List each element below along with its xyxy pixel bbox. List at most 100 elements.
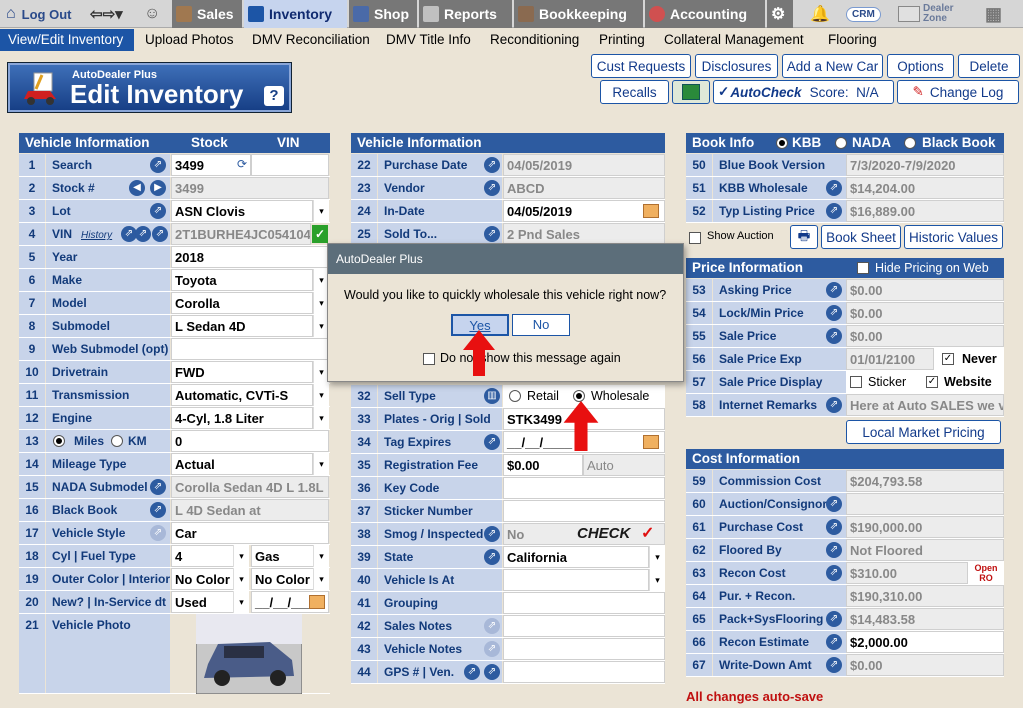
field-value-input[interactable]: Corolla bbox=[171, 292, 313, 314]
autocheck-badge[interactable]: CHECK bbox=[577, 523, 630, 545]
row-action-icon[interactable]: ⇗ bbox=[826, 203, 842, 219]
dropdown-arrow-icon[interactable]: ▾ bbox=[233, 591, 249, 613]
field-value-input[interactable] bbox=[171, 338, 329, 360]
field-value-input[interactable]: Used bbox=[171, 591, 235, 613]
field-value-input[interactable]: Toyota bbox=[171, 269, 313, 291]
field-value-input[interactable]: $2,000.00 bbox=[846, 631, 1004, 653]
field-value-input[interactable] bbox=[503, 592, 665, 614]
sticker-checkbox[interactable] bbox=[850, 376, 862, 388]
gear-icon[interactable]: ⚙ bbox=[767, 0, 793, 28]
field-value-input[interactable] bbox=[503, 638, 665, 660]
retail-radio[interactable] bbox=[509, 390, 521, 402]
refresh-icon[interactable]: ⟳ bbox=[237, 154, 247, 174]
logout-link[interactable]: ⌂ Log Out bbox=[6, 0, 72, 28]
row-action-icon[interactable]: ⇗ bbox=[826, 657, 842, 673]
row-action-icon[interactable]: ⇗ bbox=[826, 397, 842, 413]
field-value-input[interactable]: Here at Auto SALES we v bbox=[846, 394, 1004, 416]
field-value-input[interactable]: L Sedan 4D bbox=[171, 315, 313, 337]
subnav-view-edit[interactable]: View/Edit Inventory bbox=[0, 29, 134, 51]
field-value-input[interactable] bbox=[503, 500, 665, 522]
row-action-icon[interactable]: ⇗ bbox=[150, 203, 166, 219]
field-value-input[interactable]: Car bbox=[171, 522, 329, 544]
field-value-2[interactable]: Auto bbox=[583, 454, 665, 476]
km-radio[interactable] bbox=[111, 435, 123, 447]
subnav-upload-photos[interactable]: Upload Photos bbox=[145, 29, 234, 51]
vendor-icon[interactable]: ⇗ bbox=[484, 664, 500, 680]
field-value-input[interactable]: No Color bbox=[171, 568, 235, 590]
add-car-button[interactable]: Add a New Car bbox=[782, 54, 883, 78]
row-action-icon[interactable]: ⇗ bbox=[150, 502, 166, 518]
user-icon[interactable]: ☺ bbox=[144, 0, 160, 28]
row-action-icon[interactable]: ⇗ bbox=[826, 305, 842, 321]
field-value-input[interactable] bbox=[503, 615, 665, 637]
field-value-input[interactable]: California bbox=[503, 546, 649, 568]
open-ro-link[interactable]: Open RO bbox=[968, 562, 1004, 584]
row-action-icon[interactable]: ⇗ bbox=[826, 180, 842, 196]
field-value-input[interactable]: 2018 bbox=[171, 246, 329, 268]
subnav-dmv-reconciliation[interactable]: DMV Reconciliation bbox=[252, 29, 370, 51]
subnav-collateral[interactable]: Collateral Management bbox=[664, 29, 804, 51]
crm-link[interactable]: CRM bbox=[846, 0, 881, 28]
vehicle-photo[interactable] bbox=[196, 614, 302, 694]
subnav-flooring[interactable]: Flooring bbox=[828, 29, 877, 51]
field-value-input[interactable]: 4-Cyl, 1.8 Liter bbox=[171, 407, 313, 429]
field-value-input[interactable]: $310.00 bbox=[846, 562, 968, 584]
dropdown-arrow-icon[interactable]: ▾ bbox=[233, 568, 249, 590]
field-value-input[interactable]: $0.00 bbox=[846, 302, 1004, 324]
row-action-icon[interactable]: ⇗ bbox=[484, 180, 500, 196]
options-button[interactable]: Options bbox=[887, 54, 954, 78]
trash-icon[interactable]: ▥ bbox=[484, 388, 500, 404]
autocheck-button[interactable]: ✓ AutoCheck Score: N/A bbox=[713, 80, 894, 104]
field-value-input[interactable]: ABCD bbox=[503, 177, 665, 199]
book-sheet-button[interactable]: Book Sheet bbox=[821, 225, 901, 249]
black-book-radio[interactable] bbox=[904, 137, 916, 149]
field-value-input[interactable]: Automatic, CVTi-S bbox=[171, 384, 313, 406]
dropdown-arrow-icon[interactable]: ▾ bbox=[313, 568, 329, 590]
field-value-input[interactable]: $0.00 bbox=[846, 325, 1004, 347]
row-action-icon[interactable]: ⇗ bbox=[150, 479, 166, 495]
field-value-input[interactable]: $16,889.00 bbox=[846, 200, 1004, 222]
vin-open-icon[interactable]: ⇗ bbox=[152, 226, 168, 242]
style-icon[interactable]: ⇗ bbox=[150, 525, 166, 541]
notes-icon[interactable]: ⇗ bbox=[484, 641, 500, 657]
field-value-input[interactable]: $14,204.00 bbox=[846, 177, 1004, 199]
field-value-input[interactable]: L 4D Sedan at bbox=[171, 499, 329, 521]
row-action-icon[interactable]: ⇗ bbox=[826, 328, 842, 344]
print-icon[interactable]: 🖶 bbox=[790, 225, 818, 249]
dealer-zone-link[interactable]: Dealer Zone bbox=[898, 0, 963, 28]
field-value-input[interactable]: $0.00 bbox=[503, 454, 583, 476]
bell-icon[interactable]: 🔔 bbox=[810, 0, 830, 28]
tab-bookkeeping[interactable]: Bookkeeping bbox=[514, 0, 643, 28]
vin-decode-icon[interactable]: ⇗ bbox=[135, 226, 151, 242]
never-checkbox[interactable]: ✓ bbox=[942, 353, 954, 365]
dropdown-arrow-icon[interactable]: ▾ bbox=[649, 569, 665, 591]
field-value-input[interactable]: ASN Clovis bbox=[171, 200, 313, 222]
show-auction-checkbox[interactable] bbox=[689, 232, 701, 244]
field-value-input[interactable]: Not Floored bbox=[846, 539, 1004, 561]
dropdown-arrow-icon[interactable]: ▾ bbox=[313, 407, 329, 429]
notes-icon[interactable]: ⇗ bbox=[484, 618, 500, 634]
row-action-icon[interactable]: ⇗ bbox=[826, 611, 842, 627]
row-action-icon[interactable]: ⇗ bbox=[484, 226, 500, 242]
calendar-icon[interactable] bbox=[643, 204, 659, 218]
row-action-icon[interactable]: ⇗ bbox=[826, 542, 842, 558]
row-action-icon[interactable]: ⇗ bbox=[484, 526, 500, 542]
field-value-input[interactable]: $190,000.00 bbox=[846, 516, 1004, 538]
tab-inventory[interactable]: Inventory bbox=[244, 0, 347, 28]
row-action-icon[interactable]: ⇗ bbox=[826, 282, 842, 298]
field-value-input[interactable]: $0.00 bbox=[846, 654, 1004, 676]
excel-export-button[interactable] bbox=[672, 80, 710, 104]
next-stock-icon[interactable]: ▶ bbox=[150, 180, 166, 196]
field-value-input[interactable]: 2 Pnd Sales bbox=[503, 223, 665, 245]
nada-radio[interactable] bbox=[835, 137, 847, 149]
tab-reports[interactable]: Reports bbox=[419, 0, 512, 28]
change-log-button[interactable]: ✎ Change Log bbox=[897, 80, 1019, 104]
dropdown-arrow-icon[interactable]: ▾ bbox=[313, 545, 329, 567]
field-value-input[interactable]: Corolla Sedan 4D L 1.8L bbox=[171, 476, 329, 498]
row-action-icon[interactable]: ⇗ bbox=[826, 519, 842, 535]
dont-show-checkbox[interactable] bbox=[423, 353, 435, 365]
field-value-input[interactable]: 01/01/2100 bbox=[846, 348, 934, 370]
field-value-input[interactable]: 2T1BURHE4JC054104 bbox=[171, 223, 311, 245]
tab-sales[interactable]: Sales bbox=[172, 0, 242, 28]
field-value-input[interactable]: $204,793.58 bbox=[846, 470, 1004, 492]
